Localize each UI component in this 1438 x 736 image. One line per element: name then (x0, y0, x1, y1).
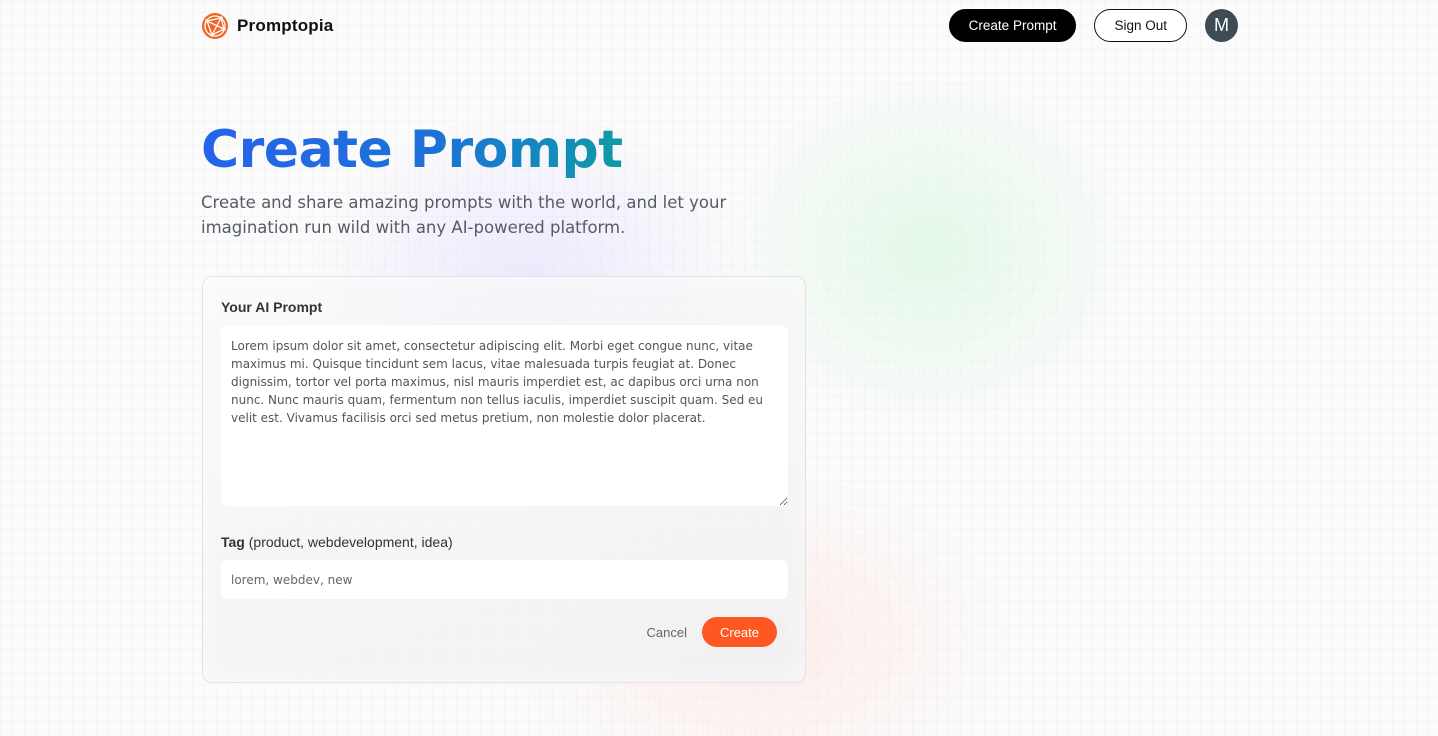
prompt-textarea[interactable]: Lorem ipsum dolor sit amet, consectetur … (221, 325, 788, 506)
form-actions: Cancel Create (647, 617, 777, 647)
prompt-label: Your AI Prompt (221, 299, 323, 315)
brand-link[interactable]: Promptopia (201, 12, 333, 40)
create-prompt-form: Your AI Prompt Lorem ipsum dolor sit ame… (202, 276, 806, 683)
user-avatar[interactable]: M (1205, 9, 1238, 42)
promptopia-logo-icon (202, 12, 228, 39)
top-navbar: Promptopia Create Prompt Sign Out M (201, 9, 1238, 42)
tag-input[interactable] (221, 560, 788, 599)
page-title: Create Prompt (201, 120, 623, 180)
nav-actions: Create Prompt Sign Out M (948, 9, 1238, 42)
tag-hint: (product, webdevelopment, idea) (248, 534, 453, 550)
tag-label-text: Tag (221, 534, 245, 550)
create-prompt-button[interactable]: Create Prompt (948, 9, 1077, 42)
create-button[interactable]: Create (701, 617, 777, 647)
tag-label: Tag (product, webdevelopment, idea) (221, 534, 453, 550)
brand-name: Promptopia (237, 15, 334, 35)
page-description: Create and share amazing prompts with th… (201, 193, 727, 237)
cancel-button[interactable]: Cancel (647, 625, 687, 640)
sign-out-button[interactable]: Sign Out (1094, 9, 1187, 42)
